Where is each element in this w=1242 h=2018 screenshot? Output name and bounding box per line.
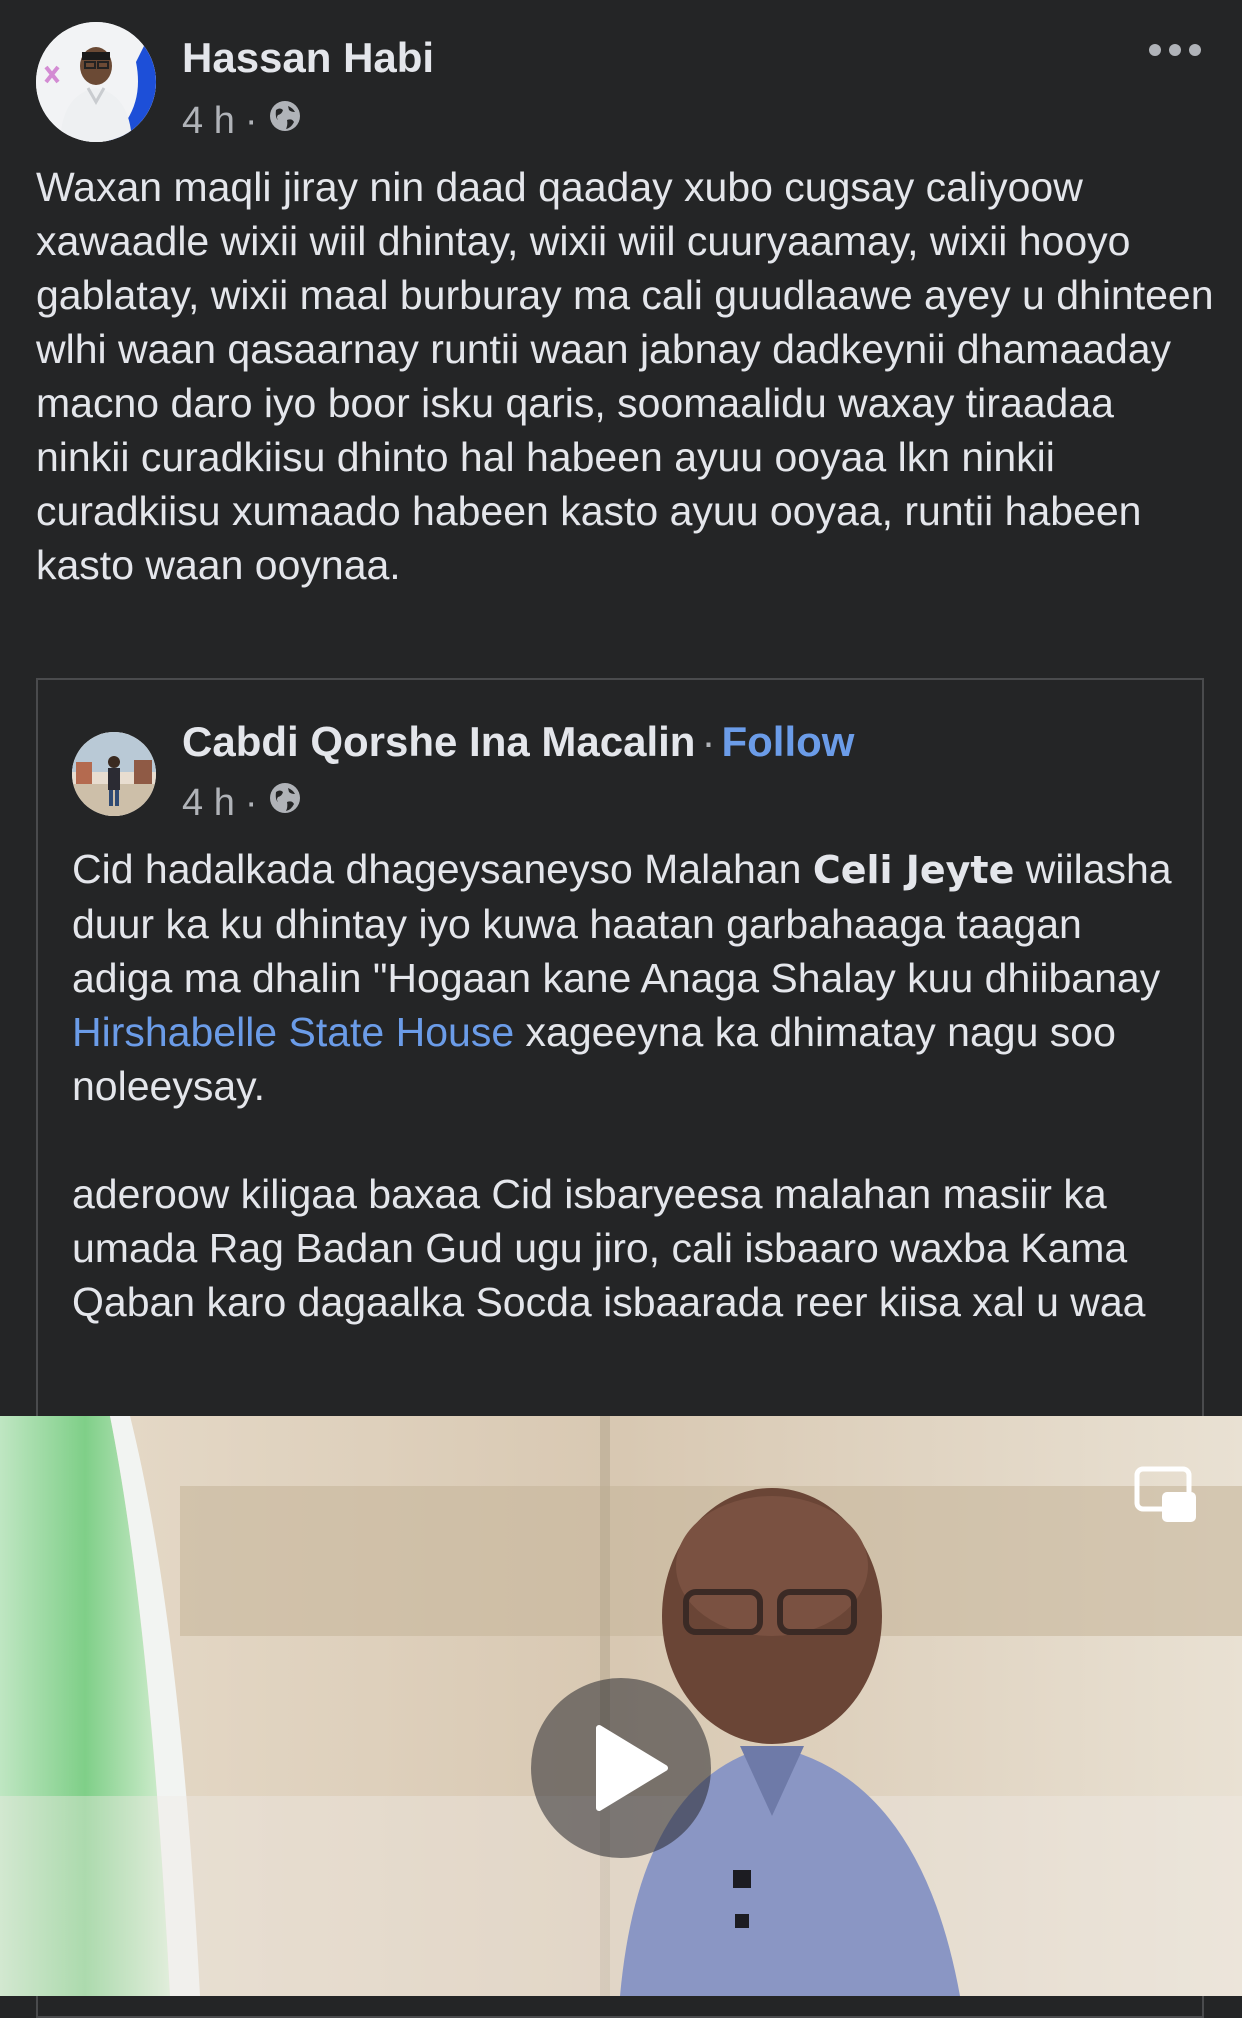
mention-celi-jeyte[interactable]: Celi Jeyte (813, 848, 1015, 892)
shared-time[interactable]: 4 h (182, 782, 235, 825)
follow-button[interactable]: Follow (721, 718, 854, 765)
more-options-button[interactable] (1148, 38, 1202, 62)
shared-meta: 4 h · (182, 780, 303, 826)
meta-separator: · (244, 99, 258, 142)
avatar[interactable] (36, 22, 156, 142)
shared-paragraph-2: aderoow kiligaa baxaa Cid isbaryeesa mal… (72, 1171, 1146, 1325)
globe-icon (267, 98, 303, 144)
video-player[interactable] (0, 1416, 1242, 1996)
more-horizontal-icon (1149, 44, 1161, 56)
shared-avatar-photo (72, 732, 156, 816)
play-icon (596, 1725, 668, 1811)
play-button[interactable] (531, 1678, 711, 1858)
post-author-name[interactable]: Hassan Habi (182, 34, 434, 82)
post-time[interactable]: 4 h (182, 100, 235, 143)
post-header: Hassan Habi 4 h · (36, 22, 1206, 142)
post-meta: 4 h · (182, 98, 303, 144)
shared-paragraph-1: Cid hadalkada dhageysaneyso Malahan Celi… (72, 846, 1172, 1109)
post-text: Waxan maqli jiray nin daad qaaday xubo c… (36, 164, 1214, 588)
shared-author-name[interactable]: Cabdi Qorshe Ina Macalin (182, 718, 695, 765)
shared-avatar[interactable] (72, 732, 156, 816)
globe-icon (267, 780, 303, 826)
meta-separator: · (244, 781, 258, 824)
shared-header-line: Cabdi Qorshe Ina Macalin · Follow (182, 718, 854, 766)
avatar-photo (36, 22, 156, 142)
name-separator: · (701, 718, 716, 765)
hirshabelle-page-link[interactable]: Hirshabelle State House (72, 1009, 514, 1055)
picture-in-picture-icon[interactable] (1134, 1466, 1198, 1526)
shared-post-text: Cid hadalkada dhageysaneyso Malahan Celi… (72, 842, 1182, 1329)
